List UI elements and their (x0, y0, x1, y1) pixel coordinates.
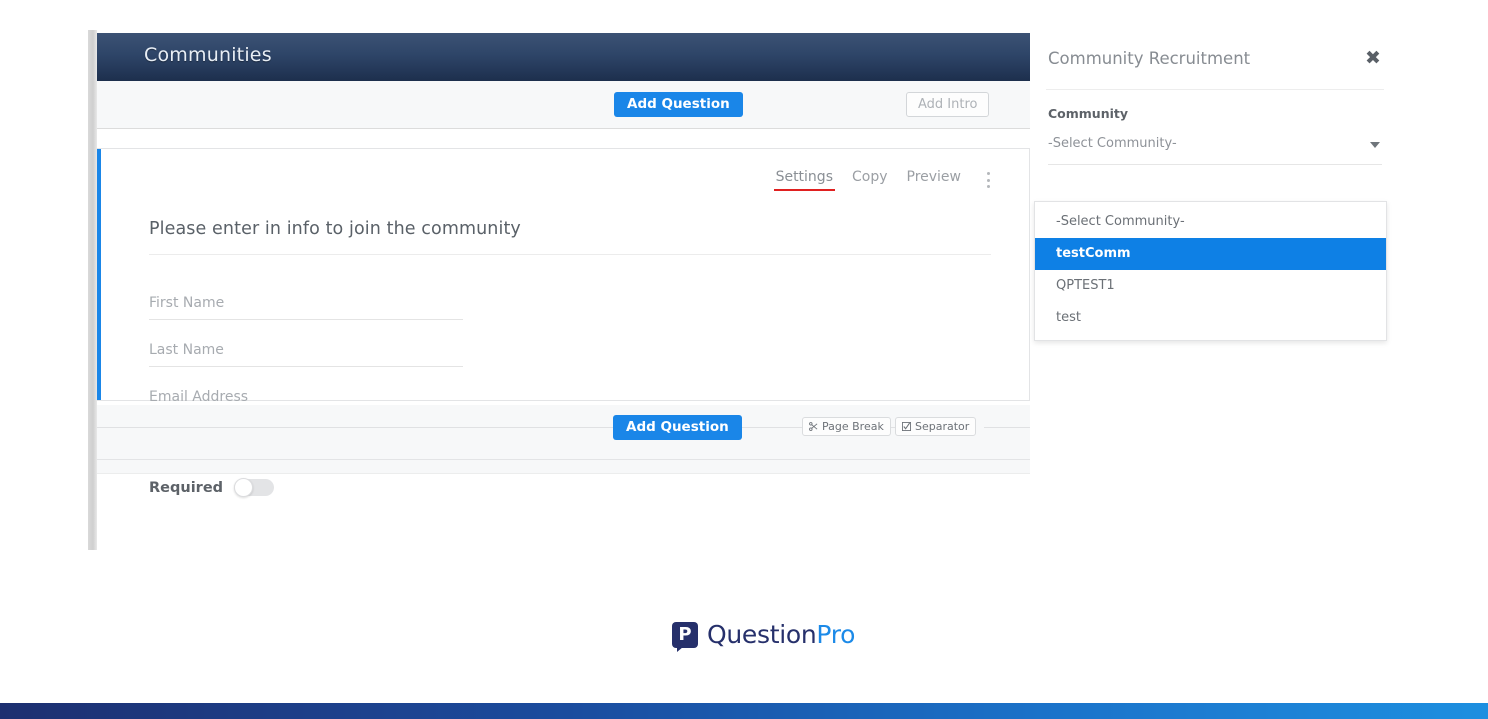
dropdown-option-testcomm[interactable]: testComm (1035, 238, 1386, 270)
toolbar-rule-right (984, 427, 1030, 428)
community-field-label: Community (1048, 106, 1129, 121)
community-select[interactable]: -Select Community- (1048, 136, 1382, 165)
panel-title: Community Recruitment (1048, 49, 1251, 68)
dropdown-option-select-community[interactable]: -Select Community- (1035, 206, 1386, 238)
bottom-gradient-bar (0, 703, 1488, 719)
add-question-button-bottom[interactable]: Add Question (613, 415, 742, 440)
required-toggle-knob (234, 478, 254, 497)
card-actions: Settings Copy Preview (773, 169, 1029, 191)
page-break-icon (809, 422, 818, 431)
last-name-underline (149, 366, 463, 367)
community-dropdown-list: -Select Community- testComm QPTEST1 test (1034, 201, 1387, 341)
panel-header: Community Recruitment ✖ (1030, 33, 1400, 89)
bottom-toolbar: Add Question Page Break Separator (97, 405, 1030, 460)
close-icon[interactable]: ✖ (1365, 49, 1383, 68)
required-row: Required (149, 478, 275, 497)
logo-mark-letter: P (678, 623, 692, 645)
dropdown-option-qptest1[interactable]: QPTEST1 (1035, 270, 1386, 302)
top-toolbar: Add Question Add Intro (97, 81, 1030, 129)
toolbar-rule-left (97, 427, 613, 428)
add-intro-button[interactable]: Add Intro (906, 92, 990, 117)
card-accent-bar (97, 149, 101, 400)
questionpro-logo-text: QuestionPro (707, 620, 855, 649)
separator-label: Separator (915, 420, 970, 433)
question-title: Please enter in info to join the communi… (149, 219, 521, 239)
first-name-underline (149, 319, 463, 320)
first-name-field[interactable]: First Name (149, 295, 463, 320)
logo-text-question: Question (707, 620, 817, 649)
window-left-edge (88, 30, 97, 550)
question-title-divider (149, 254, 991, 255)
question-card: Settings Copy Preview Please enter in in… (97, 148, 1030, 497)
more-vertical-icon[interactable] (980, 171, 996, 189)
card-action-preview[interactable]: Preview (907, 169, 962, 191)
page-break-label: Page Break (822, 420, 884, 433)
panel-header-divider (1046, 89, 1384, 90)
dropdown-option-test[interactable]: test (1035, 302, 1386, 334)
required-label: Required (149, 479, 224, 496)
questionpro-logo: P QuestionPro (672, 620, 855, 652)
last-name-field[interactable]: Last Name (149, 342, 463, 367)
community-recruitment-panel: Community Recruitment ✖ Community -Selec… (1030, 33, 1400, 341)
first-name-placeholder: First Name (149, 295, 225, 311)
screenshot-root: Communities Add Question Add Intro Setti… (0, 0, 1488, 719)
separator-button[interactable]: Separator (895, 417, 977, 436)
required-toggle[interactable] (234, 478, 275, 497)
card-action-settings[interactable]: Settings (773, 169, 836, 191)
questionpro-logo-mark: P (672, 621, 698, 652)
logo-text-pro: Pro (816, 620, 856, 649)
app-header: Communities (97, 33, 1030, 81)
last-name-placeholder: Last Name (149, 342, 224, 358)
toolbar-footer-strip (97, 460, 1030, 474)
page-title: Communities (144, 44, 272, 66)
card-action-copy[interactable]: Copy (852, 169, 888, 191)
chevron-down-icon (1370, 142, 1380, 148)
add-question-button-top[interactable]: Add Question (614, 92, 743, 117)
page-break-button[interactable]: Page Break (802, 417, 891, 436)
app-window: Communities Add Question Add Intro Setti… (97, 33, 1030, 549)
community-select-value: -Select Community- (1048, 136, 1177, 151)
separator-checkbox-icon (902, 422, 911, 431)
